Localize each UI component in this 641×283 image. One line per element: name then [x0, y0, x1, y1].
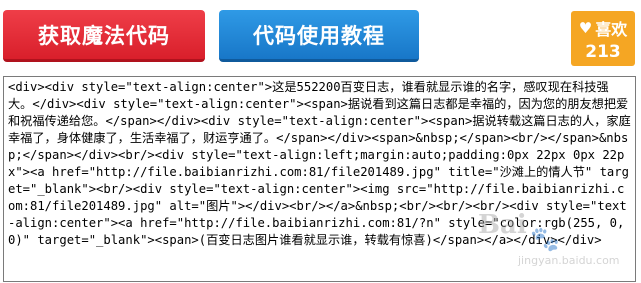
like-button[interactable]: ♥ 喜欢 213	[571, 11, 635, 66]
code-tutorial-button[interactable]: 代码使用教程	[219, 10, 419, 62]
code-textarea[interactable]: <div><div style="text-align:center">这是55…	[3, 76, 636, 282]
get-magic-code-button[interactable]: 获取魔法代码	[3, 10, 205, 62]
heart-icon: ♥	[578, 18, 593, 37]
like-label: 喜欢	[595, 20, 628, 39]
like-label-row: ♥ 喜欢	[571, 16, 635, 40]
like-count: 213	[585, 42, 621, 62]
